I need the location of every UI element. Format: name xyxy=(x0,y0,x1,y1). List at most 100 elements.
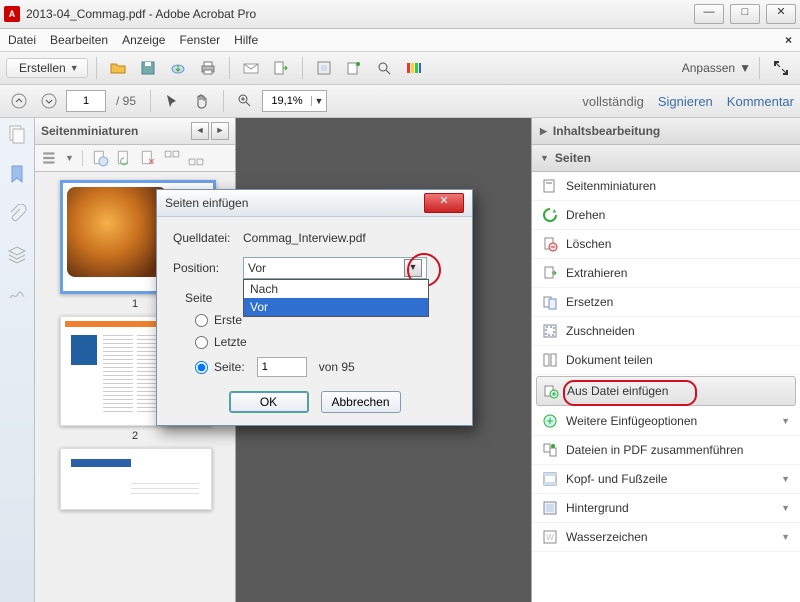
export-button[interactable] xyxy=(268,55,294,81)
panel-next-button[interactable]: ► xyxy=(211,122,229,140)
section-label: Inhaltsbearbeitung xyxy=(553,124,660,138)
link-kommentar[interactable]: Kommentar xyxy=(727,94,794,109)
zoom-value-input[interactable] xyxy=(263,94,311,108)
window-minimize-button[interactable]: — xyxy=(694,4,724,24)
menu-anzeige[interactable]: Anzeige xyxy=(122,33,165,47)
insert-pages-dialog: Seiten einfügen ✕ Quelldatei: Commag_Int… xyxy=(156,189,473,426)
radio-input[interactable] xyxy=(195,314,208,327)
bookmark-icon[interactable] xyxy=(7,164,27,184)
scan-button[interactable] xyxy=(311,55,337,81)
radio-label: Letzte xyxy=(214,335,247,349)
page-down-button[interactable] xyxy=(36,88,62,114)
dialog-close-button[interactable]: ✕ xyxy=(424,193,464,213)
cancel-button[interactable]: Abbrechen xyxy=(321,391,401,413)
customize-button[interactable]: Anpassen ▼ xyxy=(682,61,751,75)
fullscreen-button[interactable] xyxy=(768,55,794,81)
tool-icon: W xyxy=(542,529,558,545)
page-number-input[interactable] xyxy=(66,90,106,112)
menu-hilfe[interactable]: Hilfe xyxy=(234,33,258,47)
link-vollstaendig[interactable]: vollständig xyxy=(582,94,643,109)
share-button[interactable] xyxy=(341,55,367,81)
tool-seitenminiaturen[interactable]: Seitenminiaturen xyxy=(532,172,800,201)
tool-dateien-in-pdf-zusammenf-hren[interactable]: Dateien in PDF zusammenführen xyxy=(532,436,800,465)
tool-icon xyxy=(542,442,558,458)
customize-label: Anpassen xyxy=(682,61,735,75)
page-number-field[interactable] xyxy=(257,357,307,377)
tool-icon xyxy=(542,236,558,252)
panel-close-icon[interactable]: × xyxy=(785,33,792,47)
page-up-button[interactable] xyxy=(6,88,32,114)
cloud-button[interactable] xyxy=(165,55,191,81)
menu-datei[interactable]: Datei xyxy=(8,33,36,47)
dropdown-option-vor[interactable]: Vor xyxy=(244,298,428,316)
save-button[interactable] xyxy=(135,55,161,81)
window-maximize-button[interactable]: □ xyxy=(730,4,760,24)
radio-letzte[interactable]: Letzte xyxy=(195,335,456,349)
chevron-down-icon[interactable]: ▼ xyxy=(311,96,326,106)
thumb-tool-icon[interactable] xyxy=(163,149,181,167)
section-inhaltsbearbeitung[interactable]: ▶ Inhaltsbearbeitung xyxy=(532,118,800,145)
tool-label: Seitenminiaturen xyxy=(566,179,656,193)
panel-prev-button[interactable]: ◄ xyxy=(191,122,209,140)
radio-input[interactable] xyxy=(195,336,208,349)
tool-icon xyxy=(542,352,558,368)
link-signieren[interactable]: Signieren xyxy=(658,94,713,109)
rotate-page-icon[interactable] xyxy=(115,149,133,167)
tool-hintergrund[interactable]: Hintergrund▼ xyxy=(532,494,800,523)
menu-bearbeiten[interactable]: Bearbeiten xyxy=(50,33,108,47)
tool-aus-datei-einf-gen[interactable]: Aus Datei einfügen xyxy=(536,376,796,406)
color-button[interactable] xyxy=(401,55,427,81)
print-button[interactable] xyxy=(195,55,221,81)
create-button[interactable]: Erstellen ▼ xyxy=(6,58,88,78)
page-thumbnail[interactable] xyxy=(60,448,210,510)
signature-icon[interactable] xyxy=(7,284,27,304)
find-button[interactable] xyxy=(371,55,397,81)
zoom-button[interactable] xyxy=(232,88,258,114)
attachment-icon[interactable] xyxy=(7,204,27,224)
menu-fenster[interactable]: Fenster xyxy=(179,33,220,47)
mail-button[interactable] xyxy=(238,55,264,81)
section-seiten[interactable]: ▼ Seiten xyxy=(532,145,800,172)
tool-extrahieren[interactable]: Extrahieren xyxy=(532,259,800,288)
window-close-button[interactable]: ✕ xyxy=(766,4,796,24)
pages-icon[interactable] xyxy=(7,124,27,144)
tool-weitere-einf-geoptionen[interactable]: Weitere Einfügeoptionen▼ xyxy=(532,407,800,436)
radio-label: Erste xyxy=(214,313,242,327)
zoom-input[interactable]: ▼ xyxy=(262,90,327,112)
layers-icon[interactable] xyxy=(7,244,27,264)
tool-zuschneiden[interactable]: Zuschneiden xyxy=(532,317,800,346)
dropdown-option-nach[interactable]: Nach xyxy=(244,280,428,298)
tool-icon xyxy=(542,471,558,487)
insert-page-icon[interactable] xyxy=(91,149,109,167)
tool-label: Löschen xyxy=(566,237,611,251)
tool-icon xyxy=(543,383,559,399)
page-total-label: / 95 xyxy=(116,94,136,108)
radio-input[interactable] xyxy=(195,361,208,374)
tool-icon xyxy=(542,294,558,310)
tool-label: Kopf- und Fußzeile xyxy=(566,472,667,486)
select-tool-button[interactable] xyxy=(159,88,185,114)
tool-wasserzeichen[interactable]: WWasserzeichen▼ xyxy=(532,523,800,552)
tool-icon xyxy=(542,500,558,516)
delete-page-icon[interactable] xyxy=(139,149,157,167)
thumb-tool-icon[interactable] xyxy=(187,149,205,167)
triangle-right-icon: ▶ xyxy=(540,126,547,137)
thumbnail-panel-title: Seitenminiaturen xyxy=(41,124,138,138)
radio-seite[interactable]: Seite: von 95 xyxy=(195,357,456,377)
ok-button[interactable]: OK xyxy=(229,391,309,413)
open-button[interactable] xyxy=(105,55,131,81)
tool-l-schen[interactable]: Löschen xyxy=(532,230,800,259)
position-dropdown[interactable]: Vor ▼ Nach Vor xyxy=(243,257,427,279)
tool-kopf-und-fu-zeile[interactable]: Kopf- und Fußzeile▼ xyxy=(532,465,800,494)
chevron-down-icon: ▼ xyxy=(404,259,422,277)
options-icon[interactable] xyxy=(41,149,59,167)
tool-dokument-teilen[interactable]: Dokument teilen xyxy=(532,346,800,375)
tool-ersetzen[interactable]: Ersetzen xyxy=(532,288,800,317)
dialog-title: Seiten einfügen xyxy=(165,196,248,210)
tool-drehen[interactable]: Drehen xyxy=(532,201,800,230)
hand-tool-button[interactable] xyxy=(189,88,215,114)
toolbar-navigation: / 95 ▼ vollständig Signieren Kommentar xyxy=(0,85,800,118)
chevron-down-icon: ▼ xyxy=(781,416,790,426)
svg-text:W: W xyxy=(546,533,554,542)
tool-icon xyxy=(542,323,558,339)
